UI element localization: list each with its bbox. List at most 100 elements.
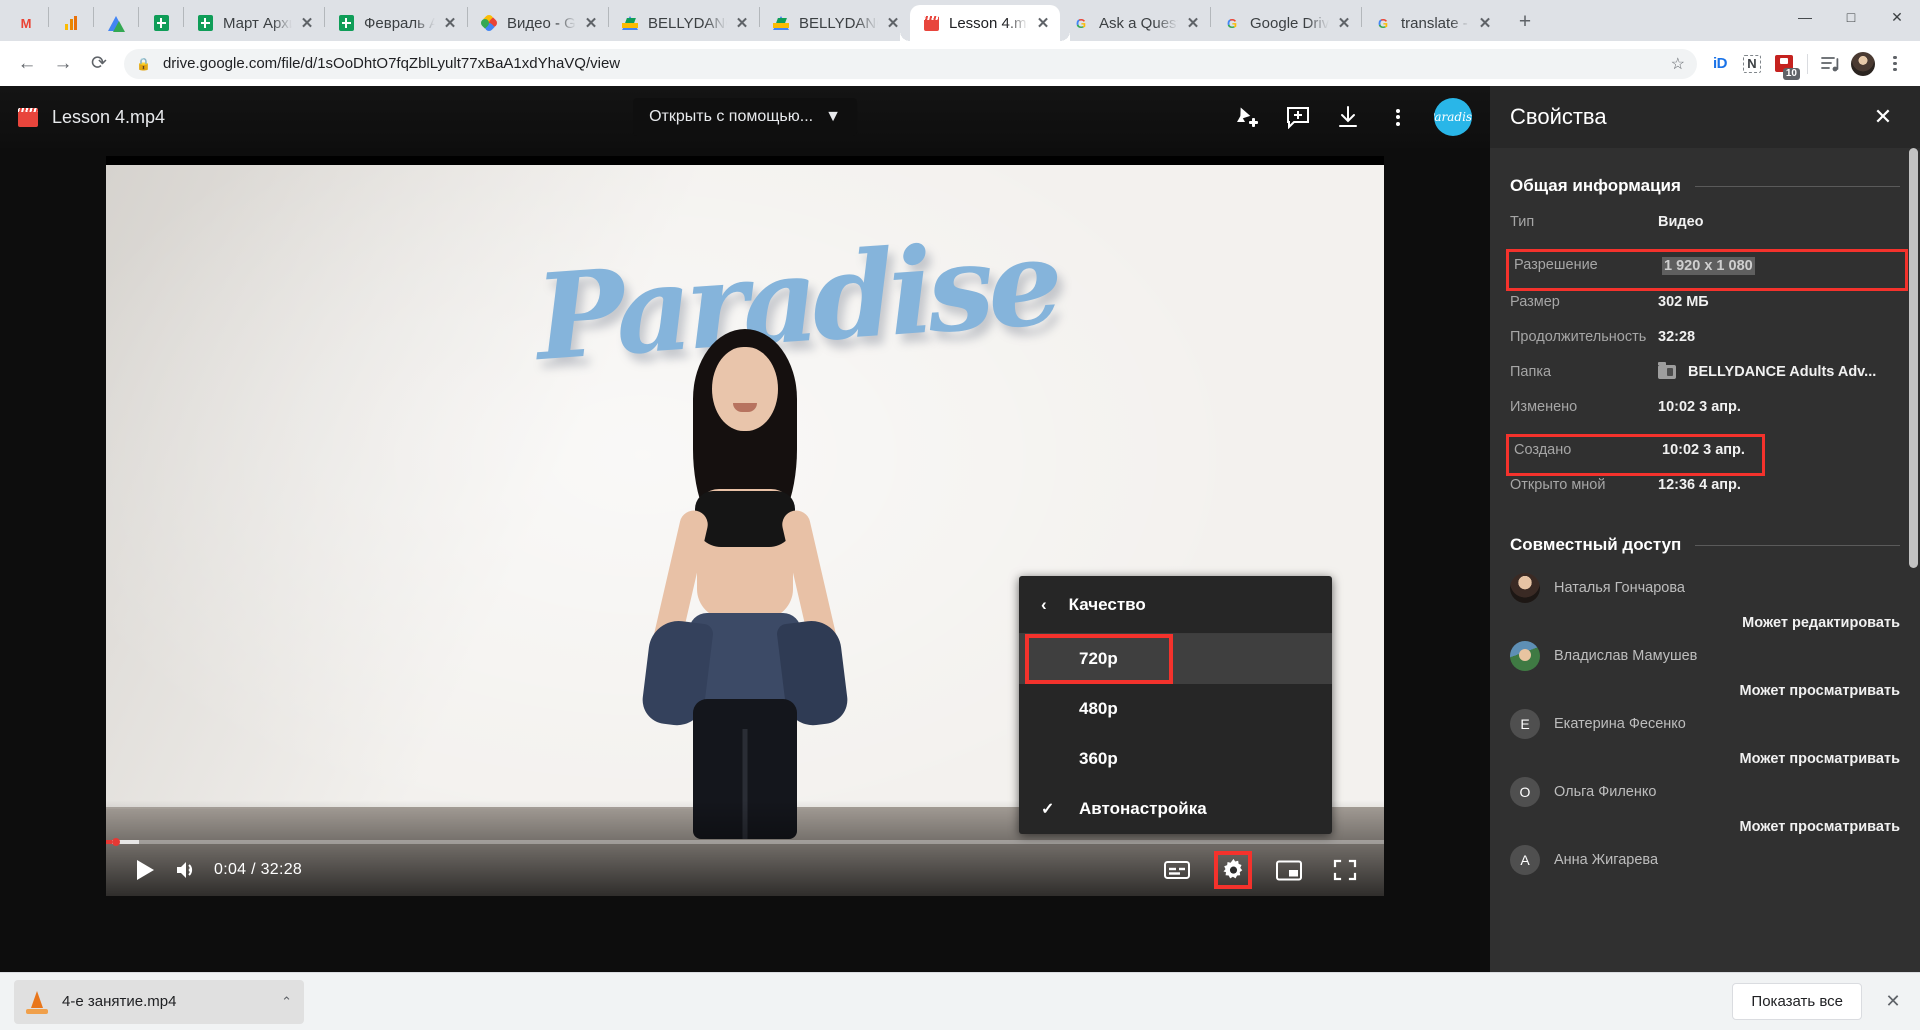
quality-option-480p[interactable]: 480p (1019, 684, 1332, 734)
extension-badge-count: 10 (1782, 67, 1800, 80)
tab-bellydance-1[interactable]: BELLYDANC ✕ (609, 5, 759, 41)
subtitles-icon[interactable] (1156, 849, 1198, 891)
miniplayer-icon[interactable] (1268, 849, 1310, 891)
show-all-downloads-button[interactable]: Показать все (1732, 983, 1862, 1020)
shared-person-row[interactable]: Владислав Мамушев (1510, 641, 1900, 671)
account-avatar[interactable]: Paradise (1434, 98, 1472, 136)
close-icon[interactable]: ✕ (1866, 100, 1900, 134)
extension-area: iD N 10 (1699, 49, 1910, 80)
person-name: Анна Жигарева (1554, 852, 1659, 868)
chrome-menu-icon[interactable] (1880, 49, 1910, 79)
bookmark-star-icon[interactable]: ☆ (1661, 54, 1685, 74)
detail-value-wrap: 1 920 x 1 080 (1662, 257, 1755, 275)
minimize-button[interactable]: — (1782, 0, 1828, 34)
video-frame[interactable]: Paradise 0:04 / 32:28 ‹ Качество 720p 48… (106, 156, 1384, 896)
panel-scrollbar[interactable] (1909, 148, 1918, 568)
notion-clipper-icon[interactable]: N (1737, 49, 1767, 79)
detail-value: 32:28 (1658, 329, 1696, 345)
tab-title: BELLYDANC (648, 14, 727, 32)
tab-close-icon[interactable]: ✕ (580, 12, 602, 34)
open-with-button[interactable]: Открыть с помощью... ▼ (633, 98, 857, 136)
chevron-up-icon[interactable]: ⌃ (281, 994, 292, 1010)
tab-close-icon[interactable]: ✕ (1333, 12, 1355, 34)
tab-close-icon[interactable]: ✕ (1032, 12, 1054, 34)
tab-google-ads[interactable] (94, 5, 138, 41)
add-comment-icon[interactable] (1284, 103, 1312, 131)
google-drive-icon (621, 14, 639, 32)
file-title-group: Lesson 4.mp4 (18, 107, 165, 128)
tab-close-icon[interactable]: ✕ (1474, 12, 1496, 34)
gmail-icon: M (20, 15, 32, 31)
settings-gear-icon[interactable] (1212, 849, 1254, 891)
quality-option-auto[interactable]: ✓ Автонастройка (1019, 784, 1332, 834)
tab-video-google[interactable]: Видео - Goo ✕ (468, 5, 608, 41)
more-options-icon[interactable] (1384, 103, 1412, 131)
tab-close-icon[interactable]: ✕ (296, 12, 318, 34)
tab-ask-a-question[interactable]: G Ask a Quest ✕ (1060, 5, 1210, 41)
chevron-down-icon: ▼ (825, 108, 841, 125)
shared-person-row[interactable]: Наталья Гончарова (1510, 573, 1900, 603)
tab-title: Видео - Goo (507, 14, 576, 32)
google-sheets-icon (337, 14, 355, 32)
back-button[interactable]: ← (10, 47, 44, 81)
close-shelf-icon[interactable]: ✕ (1880, 989, 1906, 1015)
address-bar[interactable]: 🔒 drive.google.com/file/d/1sOoDhtO7fqZbl… (124, 48, 1697, 79)
folder-icon (1658, 362, 1676, 379)
id-extension-icon[interactable]: iD (1705, 49, 1735, 79)
new-tab-button[interactable]: + (1508, 5, 1542, 39)
google-icon: G (1374, 14, 1392, 32)
tab-mart-arhiv[interactable]: Март Архив ✕ (184, 5, 324, 41)
shared-person-row[interactable]: Е Екатерина Фесенко (1510, 709, 1900, 739)
tab-fevral-ar[interactable]: Февраль Ар ✕ (325, 5, 467, 41)
chevron-left-icon[interactable]: ‹ (1041, 595, 1047, 615)
tab-title: Март Архив (223, 14, 292, 32)
maximize-button[interactable]: □ (1828, 0, 1874, 34)
person-name: Екатерина Фесенко (1554, 716, 1686, 732)
tab-translate[interactable]: G translate - ✕ (1362, 5, 1502, 41)
detail-value[interactable]: 1 920 x 1 080 (1662, 257, 1755, 275)
detail-label: Создано (1514, 442, 1572, 458)
quality-option-720p[interactable]: 720p (1019, 634, 1332, 684)
tab-sheets-pinned[interactable] (139, 5, 183, 41)
detail-value: 302 МБ (1658, 294, 1709, 310)
red-extension-icon[interactable]: 10 (1769, 49, 1800, 80)
play-button[interactable] (124, 849, 166, 891)
google-icon: G (1072, 14, 1090, 32)
tab-lesson-4-mp4[interactable]: Lesson 4.mp ✕ (910, 5, 1070, 41)
profile-avatar[interactable] (1848, 49, 1878, 79)
toolbar-separator (1807, 53, 1808, 74)
vlc-icon (26, 990, 48, 1014)
tab-bellydance-2[interactable]: BELLYDANC ✕ (760, 5, 910, 41)
tab-close-icon[interactable]: ✕ (1182, 12, 1204, 34)
quality-option-360p[interactable]: 360p (1019, 734, 1332, 784)
shared-person-row[interactable]: О Ольга Филенко (1510, 777, 1900, 807)
forward-button[interactable]: → (46, 47, 80, 81)
download-shelf: 4-е занятие.mp4 ⌃ Показать все ✕ (0, 972, 1920, 1030)
reload-button[interactable]: ⟳ (82, 47, 116, 81)
close-window-button[interactable]: ✕ (1874, 0, 1920, 34)
quality-menu[interactable]: ‹ Качество 720p 480p 360p ✓ Автонастройк… (1019, 576, 1332, 834)
download-item[interactable]: 4-е занятие.mp4 ⌃ (14, 979, 304, 1024)
download-icon[interactable] (1334, 103, 1362, 131)
avatar: О (1510, 777, 1540, 807)
fullscreen-icon[interactable] (1324, 849, 1366, 891)
avatar (1510, 573, 1540, 603)
playlist-icon[interactable] (1816, 49, 1846, 79)
volume-icon[interactable] (166, 849, 208, 891)
tab-close-icon[interactable]: ✕ (439, 12, 461, 34)
tab-close-icon[interactable]: ✕ (731, 12, 753, 34)
browser-toolbar: ← → ⟳ 🔒 drive.google.com/file/d/1sOoDhtO… (0, 41, 1920, 86)
quality-menu-header[interactable]: ‹ Качество (1019, 576, 1332, 634)
detail-value: Видео (1658, 214, 1704, 230)
time-display: 0:04 / 32:28 (214, 861, 303, 878)
shared-person-row[interactable]: А Анна Жигарева (1510, 845, 1900, 875)
person-name: Наталья Гончарова (1554, 580, 1685, 596)
google-sheets-icon (152, 14, 170, 32)
sharing-heading: Совместный доступ (1510, 535, 1900, 555)
add-to-drive-icon[interactable] (1234, 103, 1262, 131)
download-shelf-actions: Показать все ✕ (1732, 983, 1906, 1020)
tab-gmail[interactable]: M (4, 5, 48, 41)
detail-value-folder[interactable]: BELLYDANCE Adults Adv... (1658, 362, 1900, 380)
tab-analytics[interactable] (49, 5, 93, 41)
tab-google-drive[interactable]: G Google Driv ✕ (1211, 5, 1361, 41)
